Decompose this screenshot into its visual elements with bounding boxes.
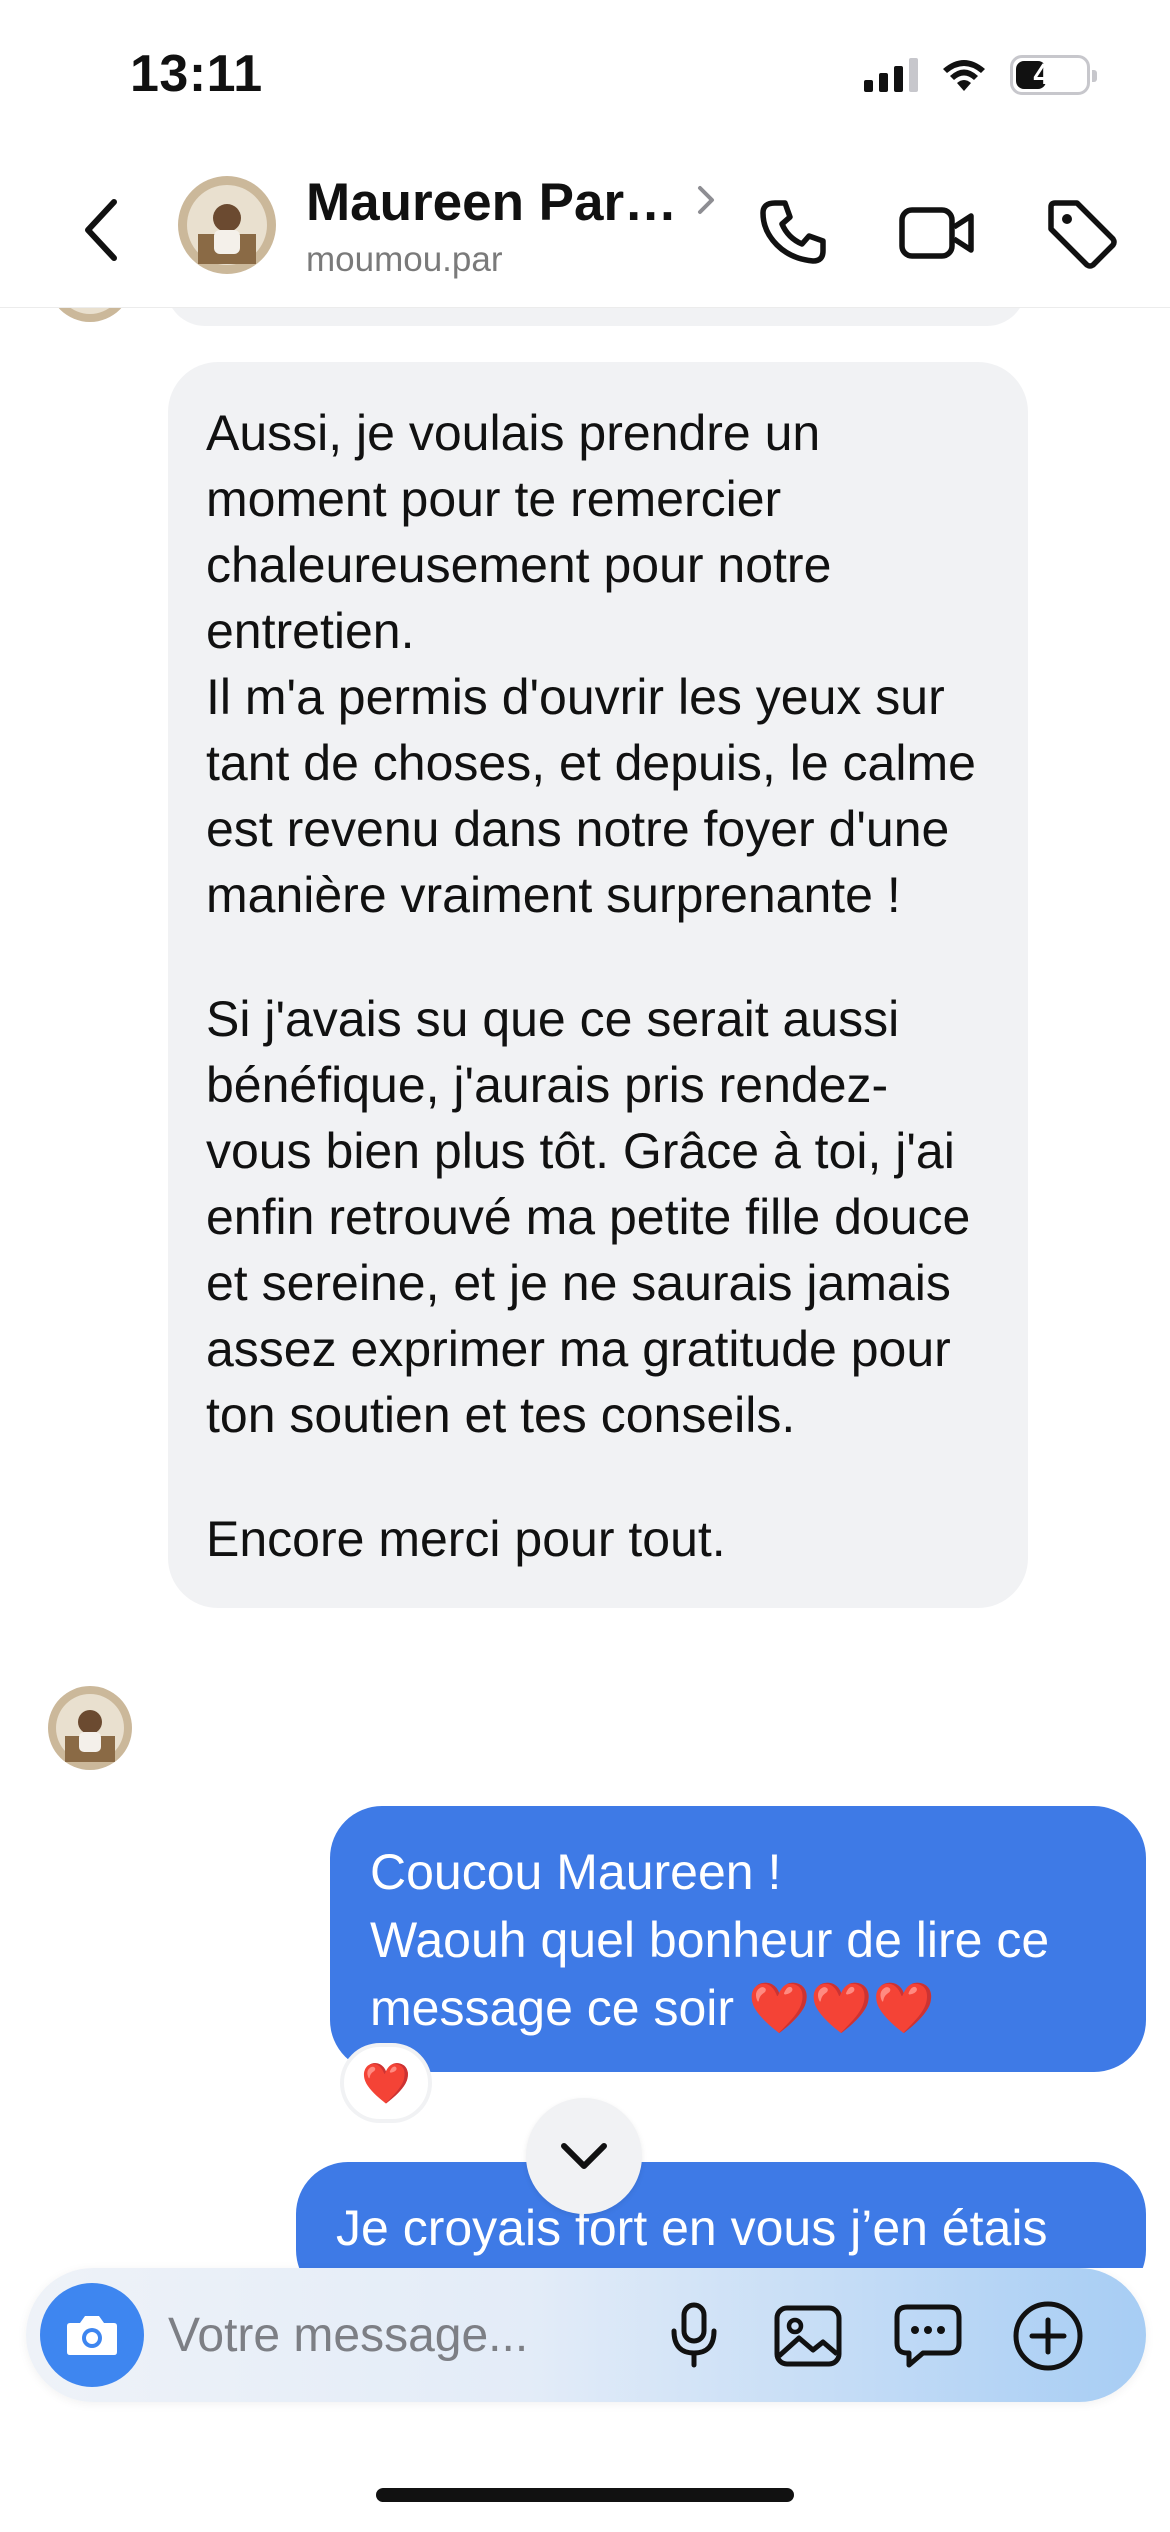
- more-options-button[interactable]: [1008, 2296, 1088, 2376]
- status-time: 13:11: [130, 45, 263, 103]
- video-camera-icon: [899, 207, 974, 259]
- message-text-line: message ce soir ❤️❤️❤️: [370, 1974, 1106, 2042]
- home-indicator[interactable]: [376, 2488, 794, 2502]
- chevron-down-icon: [561, 2143, 607, 2169]
- contact-name[interactable]: Maureen Par…: [306, 172, 677, 233]
- message-bubble-incoming[interactable]: [166, 308, 1026, 326]
- conversation-header: Maureen Par… moumou.par: [0, 150, 1170, 308]
- heart-reaction-icon: ❤️: [361, 2060, 411, 2107]
- message-text: Aussi, je voulais prendre un moment pour…: [206, 405, 832, 659]
- plus-icon: [1013, 2301, 1083, 2371]
- message-bubble-outgoing[interactable]: Coucou Maureen ! Waouh quel bonheur de l…: [330, 1806, 1146, 2072]
- back-icon: [85, 199, 117, 261]
- battery-icon: 41: [1010, 55, 1097, 95]
- message-text: Il m'a permis d'ouvrir les yeux sur tant…: [206, 669, 976, 923]
- tag-icon: [1048, 200, 1117, 269]
- cellular-signal-icon: [864, 58, 918, 92]
- avatar: [48, 308, 132, 322]
- image-icon: [774, 2305, 842, 2367]
- message-text: Je croyais fort en vous j’en étais: [336, 2200, 1048, 2256]
- message-composer: [26, 2268, 1146, 2402]
- message-list[interactable]: Aussi, je voulais prendre un moment pour…: [0, 308, 1170, 2268]
- message-text: Si j'avais su que ce serait aussi bénéfi…: [206, 991, 971, 1443]
- voice-message-button[interactable]: [654, 2296, 734, 2376]
- message-text: Coucou Maureen !: [370, 1844, 782, 1900]
- status-bar: 13:11 41: [0, 0, 1170, 150]
- message-input[interactable]: [168, 2298, 608, 2372]
- back-button[interactable]: [70, 190, 130, 270]
- contact-username[interactable]: moumou.par: [306, 240, 502, 280]
- tag-button[interactable]: [1036, 188, 1126, 278]
- camera-button[interactable]: [40, 2283, 144, 2387]
- message-bubble-incoming[interactable]: Aussi, je voulais prendre un moment pour…: [168, 362, 1028, 1608]
- video-call-button[interactable]: [892, 188, 982, 278]
- quick-replies-button[interactable]: [888, 2296, 968, 2376]
- message-text: Waouh quel bonheur de lire ce: [370, 1912, 1050, 1968]
- screen: 13:11 41 Maureen Par… moumou.par Aussi, …: [0, 0, 1170, 2532]
- chevron-right-icon[interactable]: [692, 180, 722, 220]
- reaction-badge[interactable]: ❤️: [340, 2043, 432, 2123]
- wifi-icon: [943, 60, 985, 91]
- battery-level: 41: [1033, 58, 1067, 91]
- message-text: Encore merci pour tout.: [206, 1511, 726, 1567]
- phone-icon: [760, 200, 826, 264]
- heart-emoji: ❤️❤️❤️: [747, 1979, 935, 2037]
- chat-bubble-icon: [894, 2304, 962, 2368]
- avatar[interactable]: [48, 1686, 132, 1770]
- avatar[interactable]: [178, 176, 276, 274]
- status-indicators: 41: [864, 55, 1097, 95]
- scroll-to-bottom-button[interactable]: [526, 2098, 642, 2214]
- message-bubble-outgoing[interactable]: Je croyais fort en vous j’en étais: [296, 2162, 1146, 2268]
- call-button[interactable]: [748, 188, 838, 278]
- microphone-icon: [671, 2302, 717, 2368]
- gallery-button[interactable]: [768, 2296, 848, 2376]
- message-text: message ce soir: [370, 1980, 735, 2036]
- camera-icon: [67, 2316, 117, 2355]
